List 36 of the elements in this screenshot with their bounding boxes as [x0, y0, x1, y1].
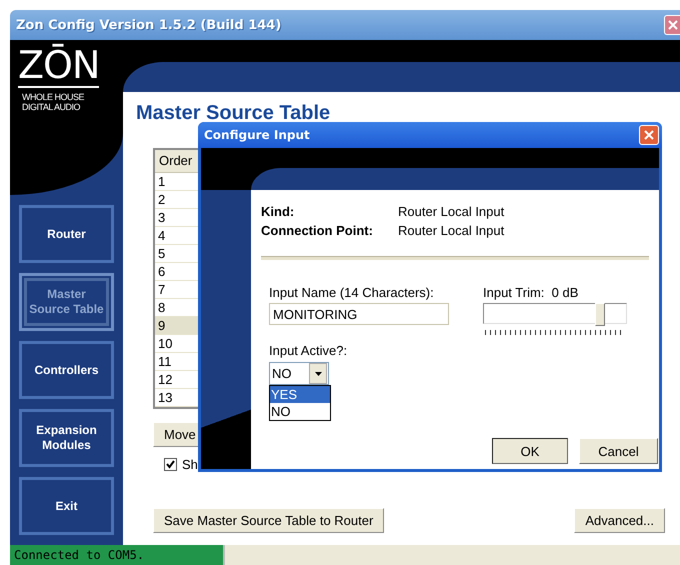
sidebar-button[interactable]: Expansion Modules: [19, 409, 114, 467]
input-field[interactable]: MONITORING: [269, 303, 449, 325]
advanced-button[interactable]: Advanced...: [574, 508, 665, 533]
window-title: Zon Config Version 1.5.2 (Build 144): [15, 18, 282, 32]
close-button[interactable]: [664, 15, 680, 35]
field-label: Input Active?:: [269, 343, 348, 358]
checkbox-label: Sh: [182, 457, 198, 472]
slider-thumb[interactable]: [595, 303, 606, 326]
close-icon: [644, 130, 654, 140]
logo-tagline: DIGITAL AUDIO: [21, 102, 82, 112]
logo-wordmark: ZŌN: [18, 44, 100, 88]
sidebar-button[interactable]: Exit: [19, 477, 114, 535]
info-label: Kind:: [261, 203, 296, 221]
close-button[interactable]: [639, 125, 659, 145]
dialog-title: Configure Input: [204, 128, 310, 142]
checkbox[interactable]: [164, 458, 177, 471]
close-icon: [668, 20, 678, 30]
logo-tagline: WHOLE HOUSE: [21, 92, 84, 102]
slider-track[interactable]: [483, 303, 627, 324]
sidebar-button[interactable]: Router: [19, 205, 114, 263]
info-value: Router Local Input: [398, 222, 504, 240]
dropdown-option[interactable]: YES: [270, 386, 330, 403]
caret-icon: [314, 372, 322, 376]
dialog-button[interactable]: OK: [492, 438, 568, 464]
sidebar-button[interactable]: Controllers: [19, 341, 114, 399]
page-title: Master Source Table: [136, 102, 332, 124]
slider-label: Input Trim: 0 dB: [483, 285, 580, 300]
sidebar-button[interactable]: Master Source Table: [19, 273, 114, 331]
check-icon: [166, 460, 175, 469]
dialog-button[interactable]: Cancel: [579, 438, 658, 464]
status-text: Connected to COM5.: [10, 545, 225, 565]
info-label: Connection Point:: [261, 222, 374, 240]
info-value: Router Local Input: [398, 203, 504, 221]
field-label: Input Name (14 Characters):: [269, 285, 435, 300]
dropdown[interactable]: NO: [269, 362, 329, 385]
save-button[interactable]: Save Master Source Table to Router: [153, 508, 384, 533]
